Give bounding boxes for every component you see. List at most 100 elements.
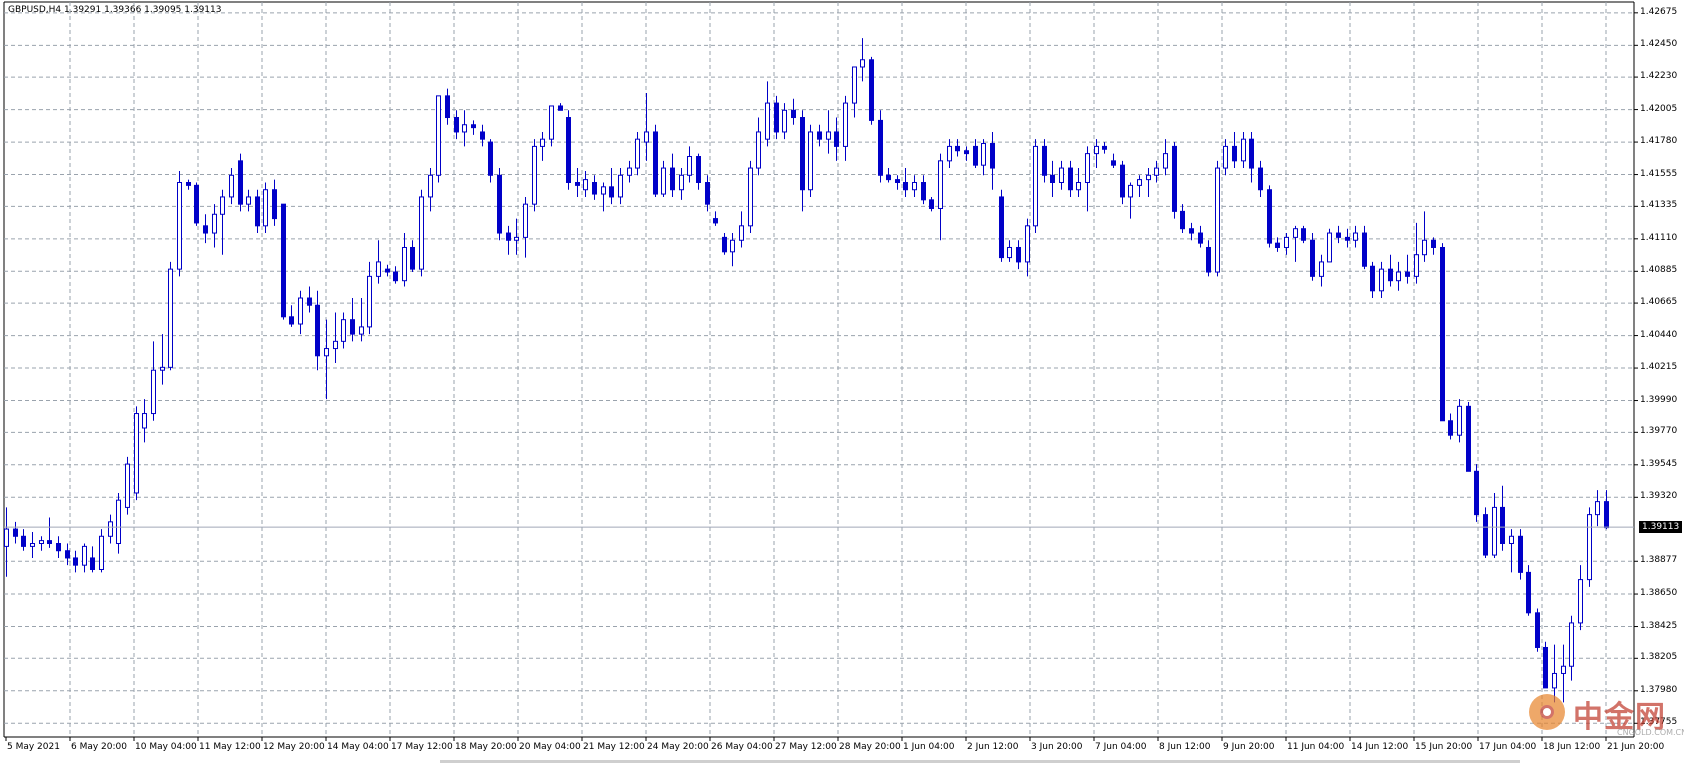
candle-body — [999, 196, 1004, 259]
candle — [730, 233, 735, 267]
price-tick-label: 1.38205 — [1640, 652, 1678, 663]
candle-body — [1042, 145, 1047, 176]
candle-body — [65, 550, 70, 559]
candle-body — [687, 156, 692, 176]
candle — [1146, 168, 1151, 197]
candle-body — [350, 319, 355, 335]
candle — [523, 196, 528, 258]
candle-body — [947, 145, 952, 162]
candle — [385, 264, 390, 277]
candle-body — [186, 182, 191, 186]
candle-body — [1319, 261, 1324, 277]
candle-body — [903, 182, 908, 191]
candle-body — [1033, 145, 1038, 227]
brand-logo-icon — [1529, 694, 1565, 730]
chart-scrollbar[interactable] — [440, 760, 1520, 763]
candle-body — [255, 196, 260, 227]
candle-body — [497, 174, 502, 234]
price-chart[interactable] — [0, 0, 1684, 764]
candle — [1258, 160, 1263, 197]
time-tick-label: 10 May 04:00 — [135, 742, 197, 752]
candle-body — [1509, 535, 1514, 545]
candle-body — [445, 95, 450, 119]
chart-window[interactable]: GBPUSD,H4 1.39291 1.39366 1.39095 1.3911… — [0, 0, 1684, 764]
candle-body — [523, 203, 528, 238]
price-tick-label: 1.38650 — [1640, 588, 1678, 599]
candle-body — [419, 196, 424, 270]
time-tick-label: 18 May 20:00 — [455, 742, 517, 752]
price-tick-label: 1.41110 — [1640, 232, 1678, 243]
candle — [1414, 222, 1419, 284]
candle-body — [359, 326, 364, 335]
candle — [869, 56, 874, 125]
candle-body — [1518, 535, 1523, 573]
candle-body — [1189, 228, 1194, 234]
candle — [1137, 175, 1142, 197]
candle — [800, 110, 805, 212]
candle — [99, 529, 104, 573]
candle-body — [1068, 167, 1073, 191]
candle — [134, 406, 139, 501]
candle-body — [800, 117, 805, 191]
candle — [1483, 507, 1488, 558]
candle-body — [238, 160, 243, 205]
candle-body — [168, 268, 173, 368]
candle — [739, 211, 744, 248]
candle — [1457, 399, 1462, 443]
candle-body — [774, 102, 779, 133]
candle-body — [1604, 501, 1609, 529]
candle — [860, 38, 865, 82]
candle-body — [644, 131, 649, 143]
candle — [1379, 261, 1384, 299]
candle — [367, 261, 372, 335]
candle — [56, 536, 61, 558]
candle-body — [1172, 145, 1177, 212]
candle-body — [90, 557, 95, 570]
candle — [1370, 261, 1375, 299]
candle — [359, 298, 364, 342]
candle — [791, 98, 796, 125]
candle-body — [1345, 236, 1350, 241]
candle-body — [1448, 420, 1453, 436]
candle — [1336, 225, 1341, 244]
time-tick-label: 15 Jun 20:00 — [1415, 742, 1473, 752]
candle-body — [1353, 232, 1358, 241]
candle — [90, 546, 95, 573]
candle — [532, 139, 537, 212]
candle-body — [1007, 246, 1012, 259]
candle — [748, 160, 753, 234]
candle — [30, 531, 35, 558]
candle — [817, 124, 822, 147]
candle — [929, 196, 934, 212]
candle-body — [566, 117, 571, 184]
candle-body — [609, 186, 614, 198]
price-tick-label: 1.42675 — [1640, 6, 1678, 17]
time-tick-label: 9 Jun 20:00 — [1223, 742, 1275, 752]
candle — [592, 175, 597, 200]
candle-body — [56, 543, 61, 552]
candle — [601, 182, 606, 212]
candle — [393, 266, 398, 284]
candle — [765, 81, 770, 147]
candle — [21, 529, 26, 551]
candle — [1362, 225, 1367, 270]
candle — [462, 110, 467, 147]
time-tick-label: 11 Jun 04:00 — [1287, 742, 1345, 752]
candle-body — [376, 261, 381, 277]
candle-body — [385, 268, 390, 273]
candle — [160, 334, 165, 385]
candle — [298, 290, 303, 335]
candle-body — [852, 66, 857, 104]
time-tick-label: 27 May 12:00 — [775, 742, 837, 752]
candle-body — [981, 143, 986, 166]
candle — [774, 95, 779, 140]
time-tick-label: 21 May 12:00 — [583, 742, 645, 752]
candle-body — [635, 138, 640, 169]
candle-body — [1249, 138, 1254, 169]
candle-body — [307, 297, 312, 306]
candle-body — [125, 463, 130, 508]
candle-body — [1215, 167, 1220, 273]
candle-body — [1396, 271, 1401, 282]
candle — [454, 110, 459, 140]
candle-body — [506, 232, 511, 241]
